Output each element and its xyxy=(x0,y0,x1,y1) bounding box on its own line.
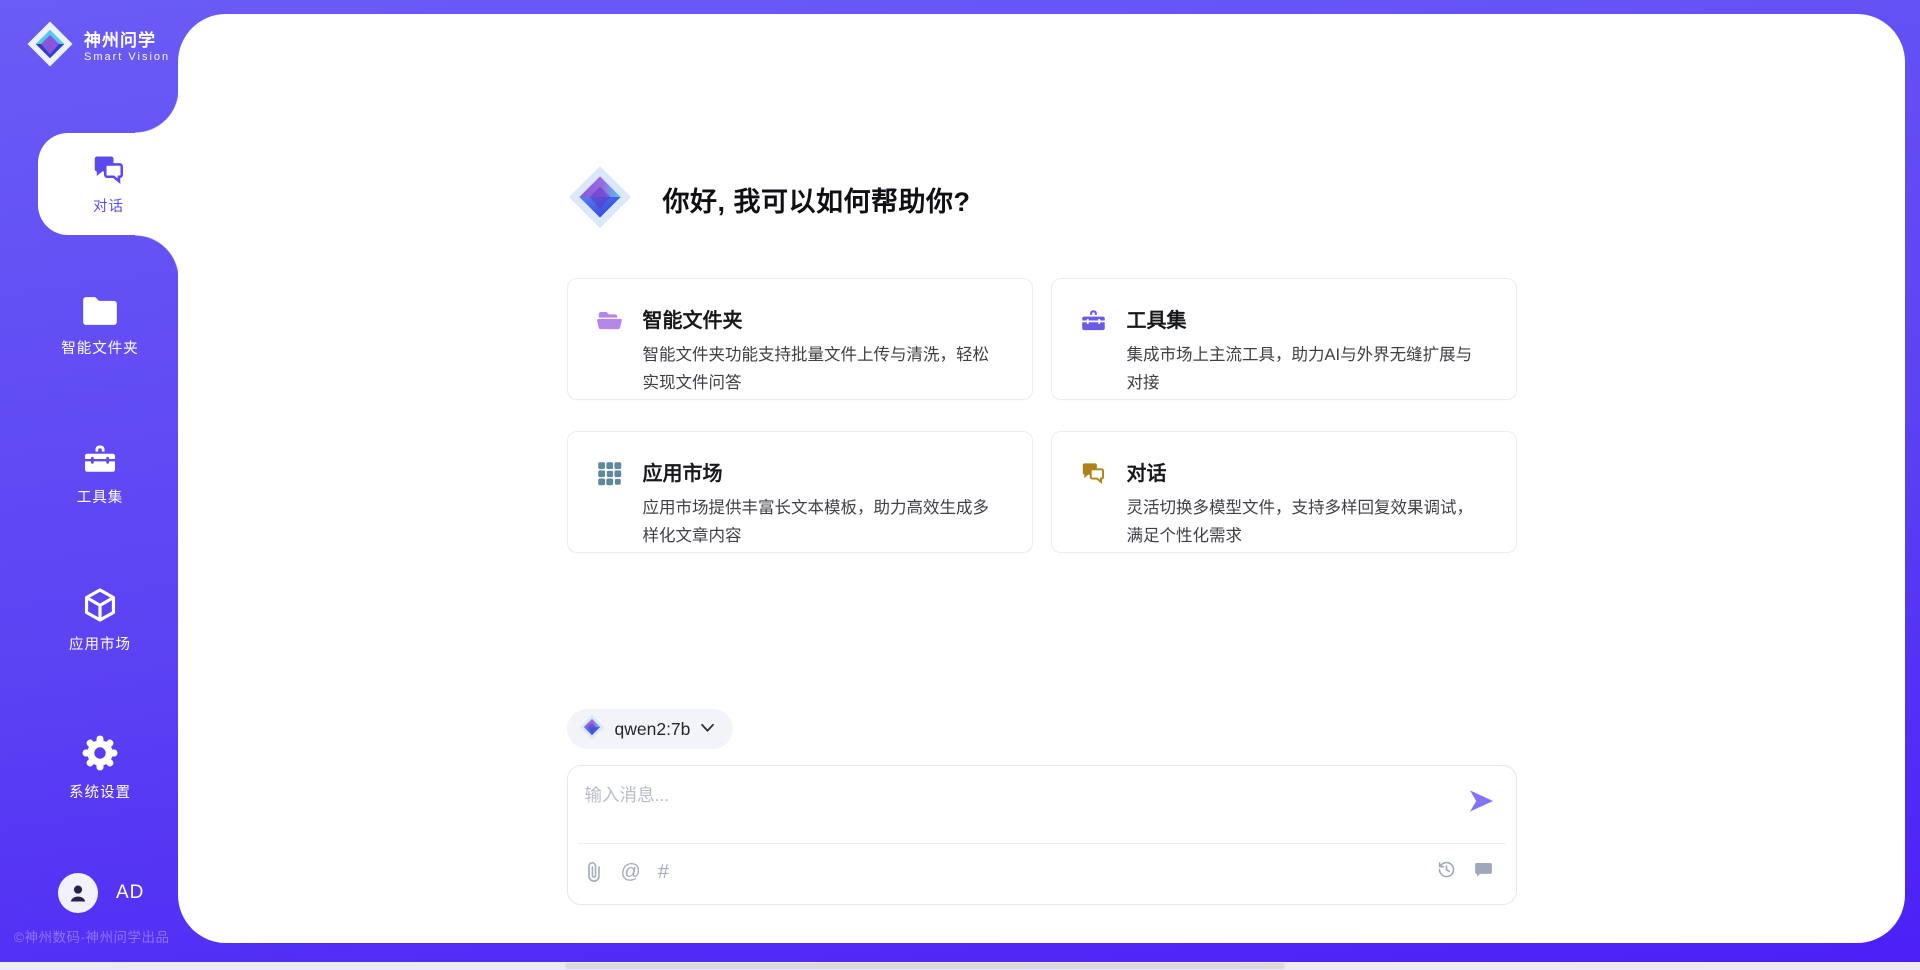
folder-icon xyxy=(81,294,119,328)
composer-divider xyxy=(578,843,1506,844)
grid-icon xyxy=(596,457,623,527)
card-chat[interactable]: 对话 灵活切换多模型文件，支持多样回复效果调试，满足个性化需求 xyxy=(1051,431,1517,553)
main-content: 你好, 我可以如何帮助你? 智能文件夹 智能文件夹功能支持批量文件上传与清洗，轻… xyxy=(567,14,1517,905)
card-text: 工具集 集成市场上主流工具，助力AI与外界无缝扩展与对接 xyxy=(1127,304,1488,374)
card-title: 应用市场 xyxy=(643,457,1004,486)
horizontal-scrollbar-track xyxy=(0,962,1920,970)
gear-icon xyxy=(81,734,119,772)
card-description: 集成市场上主流工具，助力AI与外界无缝扩展与对接 xyxy=(1127,342,1488,397)
card-title: 工具集 xyxy=(1127,304,1488,333)
brand-subtitle: Smart Vision xyxy=(84,51,170,63)
card-description: 智能文件夹功能支持批量文件上传与清洗，轻松实现文件问答 xyxy=(643,342,1004,397)
model-logo-icon xyxy=(579,714,605,745)
tab-flare-top xyxy=(135,89,179,133)
brand-logo-icon xyxy=(26,20,74,73)
app-root: 你好, 我可以如何帮助你? 智能文件夹 智能文件夹功能支持批量文件上传与清洗，轻… xyxy=(0,0,1920,970)
brand-name: 神州问学 xyxy=(84,30,170,51)
sidebar-item-label: 工具集 xyxy=(77,486,124,507)
tab-flare-bottom xyxy=(135,235,179,279)
avatar xyxy=(58,873,98,913)
mention-icon[interactable]: @ xyxy=(621,859,641,885)
main-panel: 你好, 我可以如何帮助你? 智能文件夹 智能文件夹功能支持批量文件上传与清洗，轻… xyxy=(178,14,1905,943)
card-text: 智能文件夹 智能文件夹功能支持批量文件上传与清洗，轻松实现文件问答 xyxy=(643,304,1004,374)
card-title: 对话 xyxy=(1127,457,1488,486)
card-toolset[interactable]: 工具集 集成市场上主流工具，助力AI与外界无缝扩展与对接 xyxy=(1051,278,1517,400)
model-selector-row: qwen2:7b xyxy=(567,709,1517,749)
card-text: 应用市场 应用市场提供丰富长文本模板，助力高效生成多样化文章内容 xyxy=(643,457,1004,527)
folder-open-icon xyxy=(596,304,623,374)
history-icon[interactable] xyxy=(1436,859,1457,880)
brand-block: 神州问学 Smart Vision xyxy=(26,20,170,73)
sidebar-item-smart-folder[interactable]: 智能文件夹 xyxy=(20,294,180,358)
card-smart-folder[interactable]: 智能文件夹 智能文件夹功能支持批量文件上传与清洗，轻松实现文件问答 xyxy=(567,278,1033,400)
brand-text: 神州问学 Smart Vision xyxy=(84,30,170,63)
brand-diamond-logo-icon xyxy=(567,164,633,235)
sidebar-item-toolset[interactable]: 工具集 xyxy=(20,441,180,507)
send-icon[interactable] xyxy=(1469,790,1494,812)
copyright-text: ©神州数码·神州问学出品 xyxy=(14,926,169,946)
sidebar-item-settings[interactable]: 系统设置 xyxy=(20,734,180,802)
card-description: 应用市场提供丰富长文本模板，助力高效生成多样化文章内容 xyxy=(643,495,1004,550)
toolbox-icon xyxy=(1080,304,1107,374)
card-text: 对话 灵活切换多模型文件，支持多样回复效果调试，满足个性化需求 xyxy=(1127,457,1488,527)
chat-icon xyxy=(1080,457,1107,527)
feature-cards: 智能文件夹 智能文件夹功能支持批量文件上传与清洗，轻松实现文件问答 工具集 xyxy=(567,278,1517,553)
chevron-down-icon xyxy=(700,720,715,738)
hash-icon[interactable]: # xyxy=(658,859,669,885)
sidebar-item-label: 应用市场 xyxy=(69,633,131,654)
message-input[interactable] xyxy=(583,780,1456,840)
horizontal-scrollbar-thumb[interactable] xyxy=(565,963,1285,969)
sidebar-item-label: 对话 xyxy=(93,195,124,216)
card-title: 智能文件夹 xyxy=(643,304,1004,333)
model-selector[interactable]: qwen2:7b xyxy=(567,709,734,749)
composer-toolbar-left: @ # xyxy=(584,859,669,885)
comment-icon[interactable] xyxy=(1473,859,1494,880)
chat-icon xyxy=(91,152,127,188)
message-composer: @ # xyxy=(567,765,1517,905)
sidebar-item-label: 系统设置 xyxy=(69,781,131,802)
user-account[interactable]: AD xyxy=(58,873,144,913)
greeting-block: 你好, 我可以如何帮助你? xyxy=(567,164,1517,234)
user-name: AD xyxy=(116,882,144,904)
model-name: qwen2:7b xyxy=(615,719,691,740)
sidebar-item-app-market[interactable]: 应用市场 xyxy=(20,586,180,654)
card-description: 灵活切换多模型文件，支持多样回复效果调试，满足个性化需求 xyxy=(1127,495,1488,550)
toolbox-icon xyxy=(81,441,119,477)
greeting-title: 你好, 我可以如何帮助你? xyxy=(663,180,971,219)
composer-toolbar-right xyxy=(1436,859,1494,880)
card-app-market[interactable]: 应用市场 应用市场提供丰富长文本模板，助力高效生成多样化文章内容 xyxy=(567,431,1033,553)
sidebar-item-label: 智能文件夹 xyxy=(61,337,139,358)
attachment-icon[interactable] xyxy=(584,861,604,883)
sidebar-item-chat[interactable]: 对话 xyxy=(38,133,179,235)
cube-icon xyxy=(81,586,119,624)
